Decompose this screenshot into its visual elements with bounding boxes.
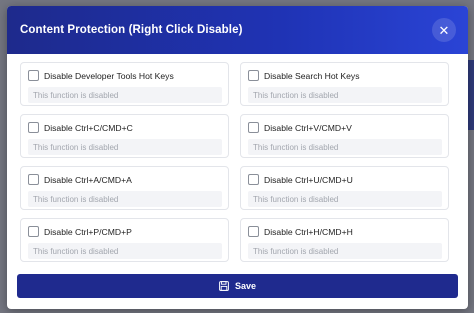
option-status: This function is disabled: [248, 87, 442, 103]
modal-footer: Save: [7, 269, 468, 309]
option-status: This function is disabled: [28, 191, 222, 207]
save-button[interactable]: Save: [17, 274, 458, 298]
options-grid: Disable Developer Tools Hot Keys This fu…: [20, 62, 449, 262]
modal-header: Content Protection (Right Click Disable)…: [7, 6, 468, 54]
close-button[interactable]: ✕: [432, 18, 456, 42]
modal-title: Content Protection (Right Click Disable): [20, 24, 243, 36]
option-card: Disable Ctrl+V/CMD+V This function is di…: [240, 114, 449, 158]
option-status: This function is disabled: [28, 87, 222, 103]
option-checkbox[interactable]: [28, 122, 39, 133]
option-label[interactable]: Disable Ctrl+A/CMD+A: [44, 175, 132, 185]
modal-body: Disable Developer Tools Hot Keys This fu…: [7, 54, 468, 269]
option-label[interactable]: Disable Search Hot Keys: [264, 71, 360, 81]
background-scrollbar: [468, 60, 474, 130]
close-icon: ✕: [438, 22, 450, 38]
option-status: This function is disabled: [28, 243, 222, 259]
option-status: This function is disabled: [248, 243, 442, 259]
save-icon: [219, 281, 229, 291]
option-checkbox[interactable]: [248, 70, 259, 81]
option-status: This function is disabled: [248, 139, 442, 155]
option-card: Disable Ctrl+A/CMD+A This function is di…: [20, 166, 229, 210]
option-card: Disable Ctrl+P/CMD+P This function is di…: [20, 218, 229, 262]
content-protection-modal: Content Protection (Right Click Disable)…: [7, 6, 468, 309]
option-status: This function is disabled: [28, 139, 222, 155]
option-checkbox[interactable]: [28, 226, 39, 237]
option-checkbox[interactable]: [248, 174, 259, 185]
option-label[interactable]: Disable Ctrl+C/CMD+C: [44, 123, 133, 133]
option-label[interactable]: Disable Developer Tools Hot Keys: [44, 71, 174, 81]
option-label[interactable]: Disable Ctrl+V/CMD+V: [264, 123, 352, 133]
option-card: Disable Ctrl+H/CMD+H This function is di…: [240, 218, 449, 262]
option-status: This function is disabled: [248, 191, 442, 207]
option-card: Disable Ctrl+C/CMD+C This function is di…: [20, 114, 229, 158]
option-checkbox[interactable]: [248, 226, 259, 237]
option-card: Disable Developer Tools Hot Keys This fu…: [20, 62, 229, 106]
option-label[interactable]: Disable Ctrl+P/CMD+P: [44, 227, 132, 237]
option-checkbox[interactable]: [248, 122, 259, 133]
option-checkbox[interactable]: [28, 70, 39, 81]
option-checkbox[interactable]: [28, 174, 39, 185]
option-card: Disable Ctrl+U/CMD+U This function is di…: [240, 166, 449, 210]
option-card: Disable Search Hot Keys This function is…: [240, 62, 449, 106]
option-label[interactable]: Disable Ctrl+U/CMD+U: [264, 175, 353, 185]
save-label: Save: [234, 281, 257, 291]
option-label[interactable]: Disable Ctrl+H/CMD+H: [264, 227, 353, 237]
